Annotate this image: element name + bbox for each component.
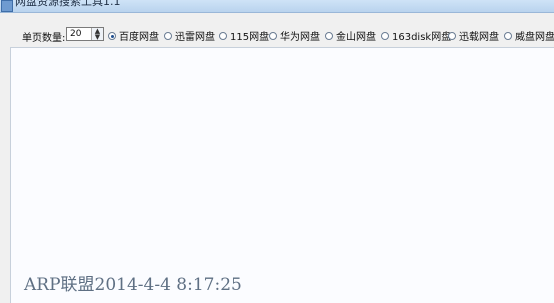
radio-label: 金山网盘: [336, 32, 376, 43]
radio-label: 115网盘: [230, 32, 270, 43]
radio-unselected-icon[interactable]: [381, 31, 389, 40]
count-input[interactable]: 20 ▲ ▼: [66, 27, 104, 41]
window-title: 网盘资源搜索工具1.1: [15, 0, 121, 8]
radio-source-163disk[interactable]: 163disk网盘: [381, 28, 451, 43]
radio-source-xunlei[interactable]: 迅雷网盘: [164, 28, 215, 43]
radio-source-kingsoft[interactable]: 金山网盘: [325, 28, 376, 43]
radio-source-baidu[interactable]: 百度网盘: [108, 28, 159, 43]
watermark-text: ARP联盟2014-4-4 8:17:25: [24, 275, 242, 295]
radio-source-xunzai[interactable]: 迅载网盘: [448, 28, 499, 43]
radio-unselected-icon[interactable]: [325, 31, 333, 40]
radio-selected-icon[interactable]: [108, 31, 116, 40]
count-value: 20: [70, 29, 82, 39]
app-icon: [1, 0, 13, 12]
radio-label: 百度网盘: [119, 32, 159, 43]
radio-unselected-icon[interactable]: [504, 31, 512, 40]
toolbar: 单页数量: 20 ▲ ▼ 百度网盘 迅雷网盘 115网盘 华为网盘 金山网盘 1…: [0, 24, 554, 46]
radio-label: 威盘网盘: [515, 32, 554, 43]
title-bar: 网盘资源搜索工具1.1: [0, 0, 554, 13]
radio-label: 迅雷网盘: [175, 32, 215, 43]
radio-label: 华为网盘: [280, 32, 320, 43]
radio-label: 迅载网盘: [459, 32, 499, 43]
count-spinner[interactable]: ▲ ▼: [91, 28, 103, 41]
radio-unselected-icon[interactable]: [219, 31, 227, 40]
results-panel[interactable]: [10, 47, 554, 303]
spinner-down-icon[interactable]: ▼: [92, 34, 103, 41]
count-label: 单页数量:: [22, 33, 66, 44]
radio-unselected-icon[interactable]: [164, 31, 172, 40]
radio-source-115[interactable]: 115网盘: [219, 28, 269, 43]
radio-unselected-icon[interactable]: [269, 31, 277, 40]
radio-source-huawei[interactable]: 华为网盘: [269, 28, 320, 43]
radio-label: 163disk网盘: [392, 32, 452, 43]
radio-unselected-icon[interactable]: [448, 31, 456, 40]
radio-source-weipan[interactable]: 威盘网盘: [504, 28, 554, 43]
